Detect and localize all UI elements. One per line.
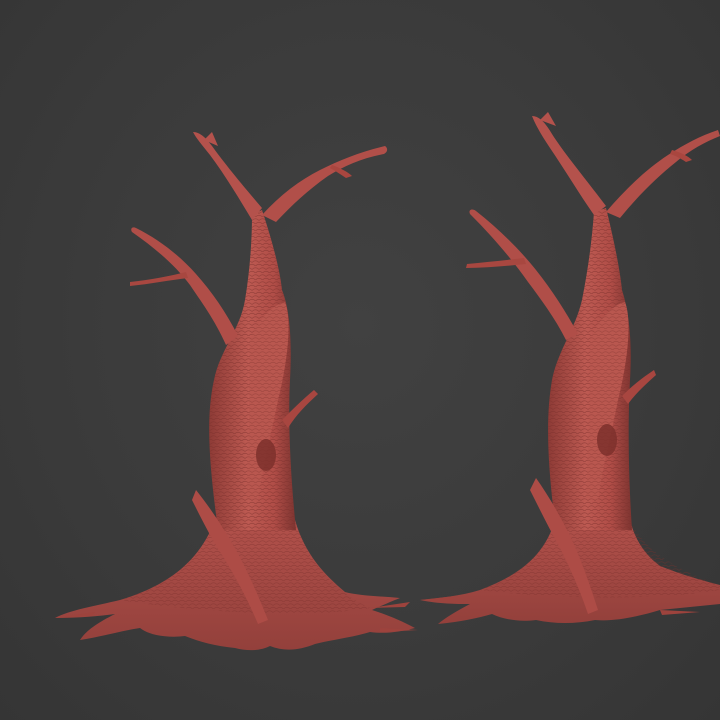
- tree-right-branch-main: [532, 116, 606, 215]
- viewport-canvas: [55, 112, 720, 651]
- tree-left-branch-left: [131, 227, 238, 345]
- tree-right-branch-left: [469, 209, 578, 340]
- tree-right-branch-right: [606, 130, 720, 218]
- tree-left-branch-right: [262, 146, 388, 222]
- 3d-viewport[interactable]: [0, 0, 720, 720]
- tree-left[interactable]: [55, 132, 418, 651]
- tree-left-branch-main: [193, 132, 262, 220]
- tree-right[interactable]: [420, 112, 720, 624]
